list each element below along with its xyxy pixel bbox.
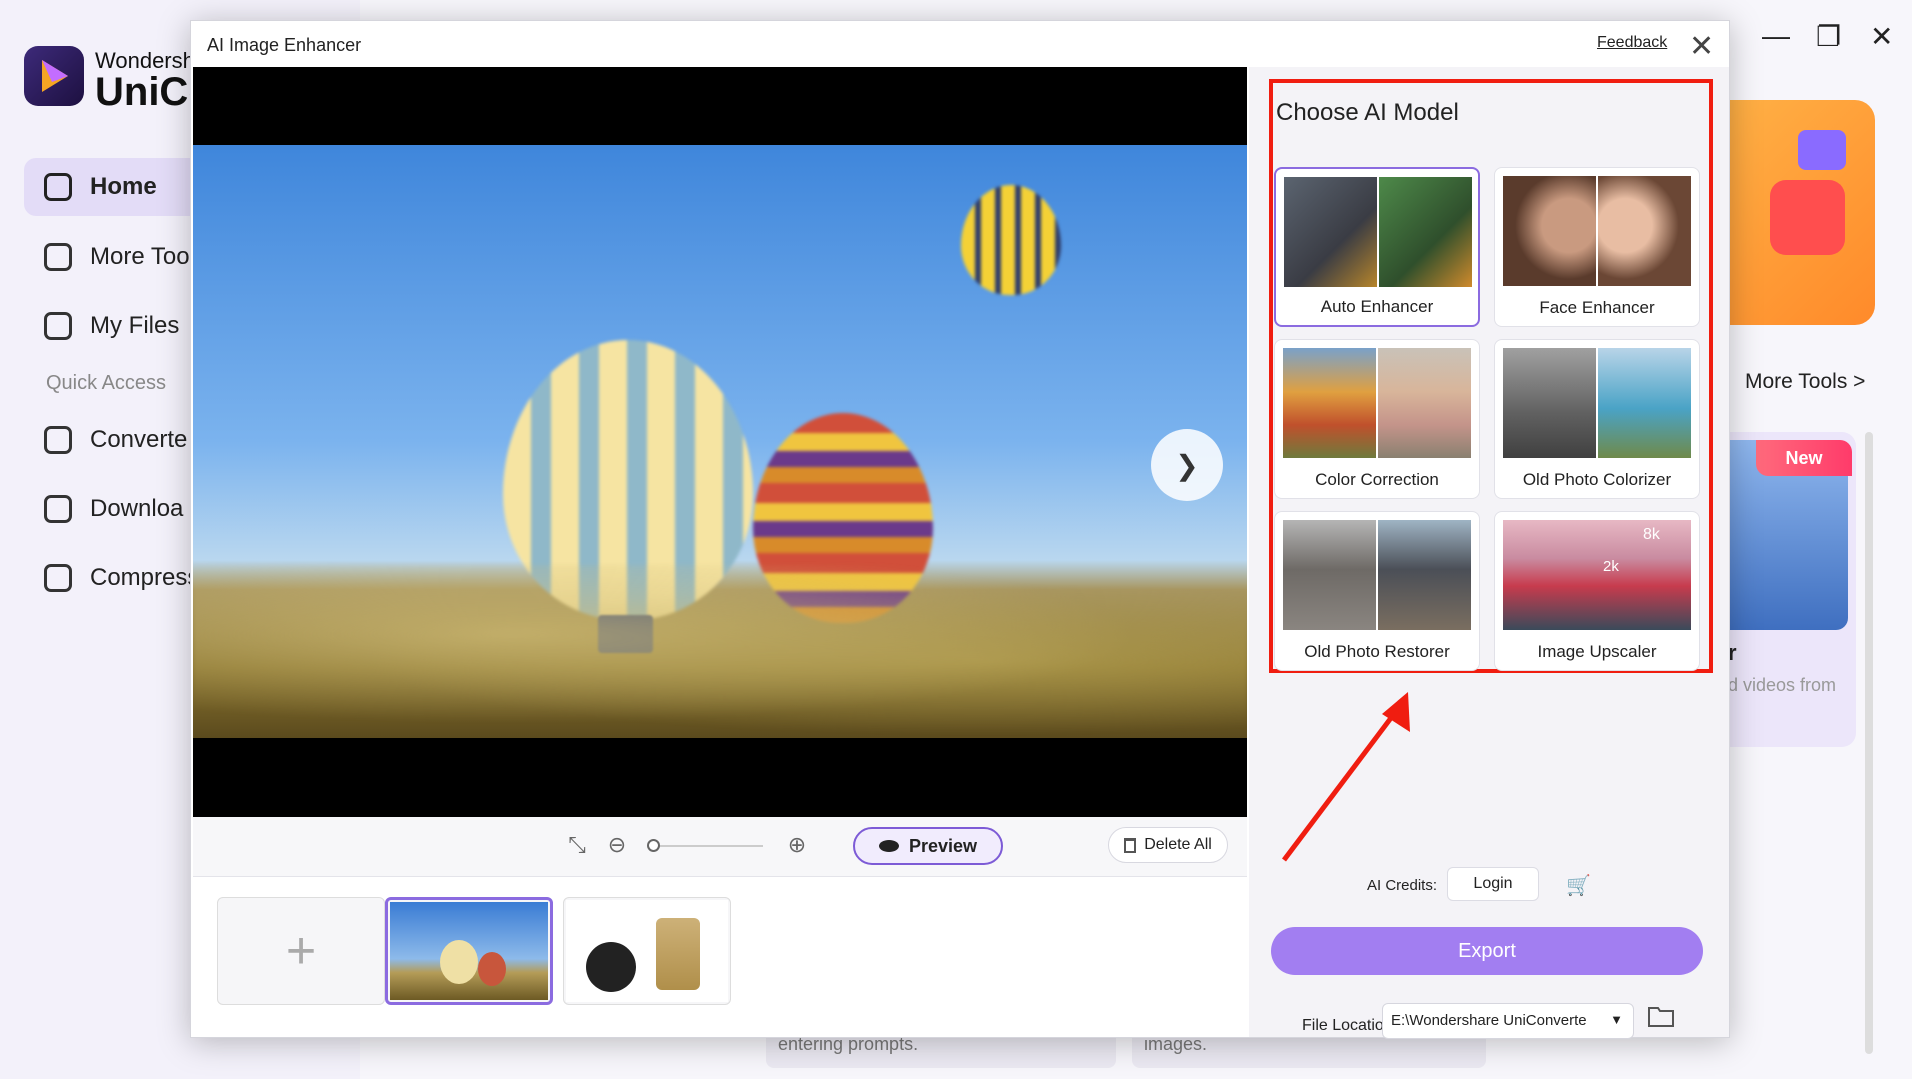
file-location-value: E:\Wondershare UniConverte — [1391, 1012, 1587, 1029]
annotation-arrow-icon — [1282, 692, 1410, 862]
file-location-select[interactable]: E:\Wondershare UniConverte ▼ — [1382, 1003, 1634, 1039]
balloon-yellow — [961, 185, 1061, 295]
face-enhancer-image — [1503, 176, 1691, 286]
upscale-8k-mark: 8k — [1643, 526, 1660, 543]
restore-icon[interactable]: ❐ — [1816, 20, 1841, 53]
compress-icon — [44, 564, 72, 592]
zoom-out-icon[interactable]: ⊖ — [603, 831, 631, 859]
trash-icon — [1124, 837, 1137, 853]
model-image-upscaler[interactable]: 8k 2k Image Upscaler — [1494, 511, 1700, 671]
color-correction-image — [1283, 348, 1471, 458]
model-label: Face Enhancer — [1539, 298, 1655, 317]
delete-all-label: Delete All — [1144, 836, 1212, 853]
model-label: Auto Enhancer — [1320, 297, 1434, 316]
tool-card-desc: d videos from — [1728, 675, 1837, 695]
play-icon — [1770, 180, 1845, 255]
home-icon — [44, 173, 72, 201]
app-logo — [24, 46, 84, 106]
grass-field — [193, 565, 1247, 738]
toolbox-icon — [44, 243, 72, 271]
file-icon — [44, 312, 72, 340]
model-face-enhancer[interactable]: Face Enhancer — [1494, 167, 1700, 327]
eye-icon — [878, 840, 899, 852]
upscale-2k-mark: 2k — [1603, 558, 1619, 575]
feedback-link[interactable]: Feedback — [1597, 34, 1667, 52]
model-old-photo-colorizer[interactable]: Old Photo Colorizer — [1494, 339, 1700, 499]
nav-converter-label: Converte — [90, 426, 188, 453]
minimize-icon[interactable]: — — [1762, 20, 1790, 52]
nav-my-files-label: My Files — [90, 312, 180, 339]
window-close-icon[interactable]: ✕ — [1870, 20, 1893, 53]
model-color-correction[interactable]: Color Correction — [1274, 339, 1480, 499]
preview-button[interactable]: Preview — [853, 827, 1003, 865]
cart-icon[interactable]: 🛒 — [1566, 873, 1591, 898]
model-auto-enhancer[interactable]: Auto Enhancer — [1274, 167, 1480, 327]
thumbnail-products-image — [566, 900, 728, 1002]
model-old-photo-restorer[interactable]: Old Photo Restorer — [1274, 511, 1480, 671]
choose-model-title: Choose AI Model — [1276, 99, 1459, 126]
preview-label: Preview — [908, 835, 978, 856]
login-button[interactable]: Login — [1447, 867, 1539, 901]
auto-enhancer-image — [1284, 177, 1472, 287]
background-scrollbar[interactable] — [1865, 432, 1873, 1054]
product-cap — [586, 942, 636, 992]
image-upscaler-image: 8k 2k — [1503, 520, 1691, 630]
quick-access-label: Quick Access — [46, 372, 167, 394]
model-panel: Choose AI Model Auto Enhancer Face Enhan… — [1249, 67, 1729, 1039]
zoom-slider[interactable] — [653, 845, 763, 847]
fit-screen-icon[interactable]: ⤡ — [563, 831, 591, 859]
zoom-in-icon[interactable]: ⊕ — [783, 831, 811, 859]
file-location-label: File Location — [1302, 1017, 1393, 1034]
product-jar — [656, 918, 700, 990]
model-label: Image Upscaler — [1537, 642, 1657, 661]
next-image-button[interactable]: ❯ — [1151, 429, 1223, 501]
model-label: Color Correction — [1315, 470, 1439, 489]
new-badge: New — [1756, 440, 1852, 476]
download-icon — [44, 495, 72, 523]
thumbnail-balloons[interactable] — [385, 897, 553, 1005]
image-viewer: ❯ — [193, 67, 1247, 817]
ai-credits-label: AI Credits: — [1367, 877, 1438, 894]
preview-image — [193, 145, 1247, 738]
old-photo-colorizer-image — [1503, 348, 1691, 458]
export-button[interactable]: Export — [1271, 927, 1703, 975]
nav-more-tools-label: More Too — [90, 243, 190, 270]
old-photo-restorer-image — [1283, 520, 1471, 630]
thumbnail-products[interactable] — [563, 897, 731, 1005]
converter-icon — [44, 426, 72, 454]
thumbnail-strip: + — [193, 877, 1247, 1037]
video-card-icon — [1798, 130, 1846, 170]
nav-compressor-label: Compress — [90, 564, 200, 591]
folder-icon[interactable] — [1647, 1003, 1675, 1029]
close-icon[interactable]: ✕ — [1689, 29, 1714, 64]
add-image-button[interactable]: + — [217, 897, 385, 1005]
model-label: Old Photo Restorer — [1304, 642, 1450, 661]
ai-image-enhancer-dialog: AI Image Enhancer Feedback ✕ ❯ ⤡ ⊖ ⊕ Pre… — [190, 20, 1730, 1039]
dialog-title: AI Image Enhancer — [207, 35, 362, 55]
nav-home-label: Home — [90, 173, 157, 200]
viewer-toolbar: ⤡ ⊖ ⊕ Preview Delete All — [193, 817, 1247, 877]
chevron-right-icon: ❯ — [1175, 449, 1199, 481]
model-label: Old Photo Colorizer — [1522, 470, 1672, 489]
zoom-slider-handle[interactable] — [647, 839, 660, 852]
nav-downloader-label: Downloa — [90, 495, 184, 522]
thumbnail-balloons-image — [390, 902, 548, 1000]
chevron-down-icon: ▼ — [1610, 1012, 1623, 1027]
more-tools-link[interactable]: More Tools > — [1745, 370, 1865, 394]
delete-all-button[interactable]: Delete All — [1108, 827, 1228, 863]
